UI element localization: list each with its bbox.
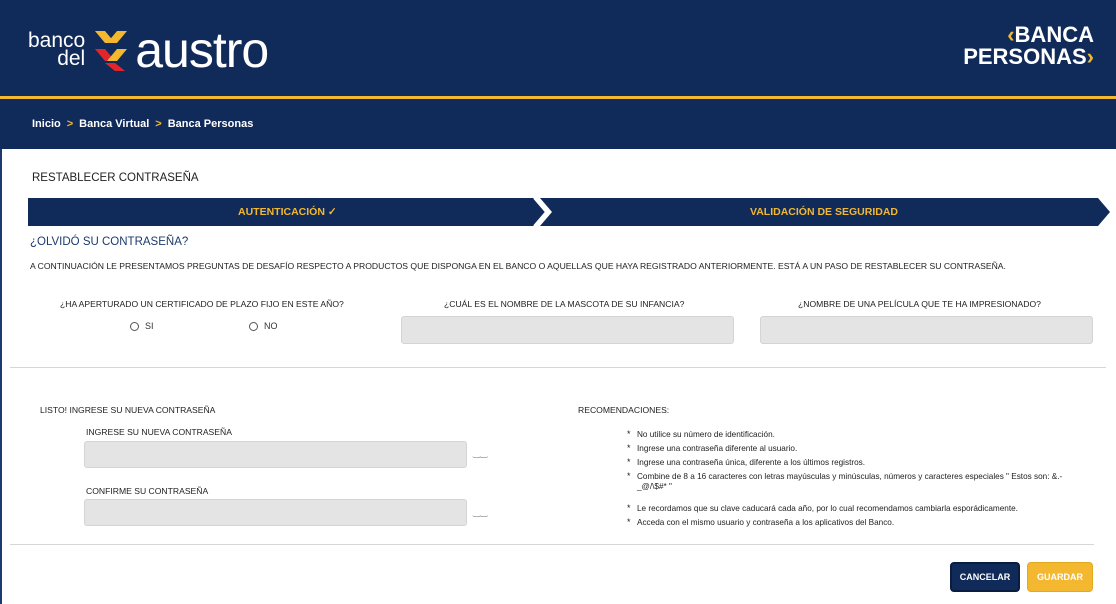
check-icon: ✓ — [327, 206, 337, 218]
recommendations-title: RECOMENDACIONES: — [578, 405, 670, 415]
banca-personas-brand: ‹BANCA PERSONAS› — [963, 24, 1094, 68]
recommendation-item: Le recordamos que su clave caducará cada… — [627, 503, 1077, 514]
recommendation-item: Acceda con el mismo usuario y contraseña… — [627, 517, 1077, 528]
radio-no-label: NO — [264, 321, 278, 331]
breadcrumb: Inicio > Banca Virtual > Banca Personas — [0, 99, 1116, 149]
recommendation-item: Ingrese una contraseña única, diferente … — [627, 457, 1077, 468]
breadcrumb-item-banca-virtual[interactable]: Banca Virtual — [79, 118, 149, 130]
save-button[interactable]: GUARDAR — [1027, 562, 1093, 592]
step-validacion: VALIDACIÓN DE SEGURIDAD — [750, 206, 898, 218]
header: banco del austro ‹BANCA PERSONAS› — [0, 0, 1116, 96]
logo-text-austro: austro — [135, 22, 269, 78]
new-password-label: INGRESE SU NUEVA CONTRASEÑA — [86, 427, 232, 437]
breadcrumb-item-banca-personas[interactable]: Banca Personas — [168, 118, 254, 130]
radio-si[interactable]: SI — [130, 321, 154, 331]
radio-circle-icon[interactable] — [249, 321, 258, 331]
step-autenticacion: AUTENTICACIÓN ✓ — [238, 206, 337, 218]
mascota-input[interactable] — [401, 316, 734, 344]
question-mascota: ¿CUÁL ES EL NOMBRE DE LA MASCOTA DE SU I… — [444, 299, 685, 309]
radio-no[interactable]: NO — [249, 321, 278, 331]
confirm-password-input[interactable] — [84, 499, 467, 526]
forgot-title: ¿OLVIDÓ SU CONTRASEÑA? — [30, 236, 189, 248]
cancel-button[interactable]: CANCELAR — [950, 562, 1020, 592]
breadcrumb-separator-icon: > — [155, 118, 162, 130]
recommendation-item: Ingrese una contraseña diferente al usua… — [627, 443, 1077, 454]
logo-mark-icon — [95, 31, 128, 71]
confirm-password-label: CONFIRME SU CONTRASEÑA — [86, 486, 209, 496]
bank-logo[interactable]: banco del austro — [28, 20, 269, 80]
question-certificado: ¿HA APERTURADO UN CERTIFICADO DE PLAZO F… — [60, 299, 344, 309]
logo-text-del: del — [57, 47, 86, 70]
chevron-right-icon: › — [1086, 44, 1094, 69]
hidden-eye-icon[interactable]: ‿‿ — [473, 507, 487, 518]
new-password-input[interactable] — [84, 441, 467, 468]
divider — [10, 544, 1094, 545]
page-title: RESTABLECER CONTRASEÑA — [32, 172, 199, 184]
progress-steps: AUTENTICACIÓN ✓ VALIDACIÓN DE SEGURIDAD — [28, 198, 1110, 226]
steps-bar — [28, 198, 1110, 226]
recommendations-list: No utilice su número de identificación. … — [627, 429, 1077, 532]
hidden-eye-icon[interactable]: ‿‿ — [473, 448, 487, 459]
breadcrumb-separator-icon: > — [66, 118, 74, 130]
radio-circle-icon[interactable] — [130, 321, 139, 331]
pelicula-input[interactable] — [760, 316, 1093, 344]
intro-text: A CONTINUACIÓN LE PRESENTAMOS PREGUNTAS … — [30, 261, 1006, 271]
question-pelicula: ¿NOMBRE DE UNA PELÍCULA QUE TE HA IMPRES… — [798, 299, 1041, 309]
breadcrumb-item-inicio[interactable]: Inicio — [32, 118, 61, 130]
brand-line2: PERSONAS — [963, 44, 1087, 69]
radio-si-label: SI — [145, 321, 154, 331]
new-password-section-title: LISTO! INGRESE SU NUEVA CONTRASEÑA — [40, 405, 216, 415]
divider — [10, 367, 1106, 368]
recommendation-item: No utilice su número de identificación. — [627, 429, 1077, 440]
recommendation-item: Combine de 8 a 16 caracteres con letras … — [627, 471, 1077, 492]
